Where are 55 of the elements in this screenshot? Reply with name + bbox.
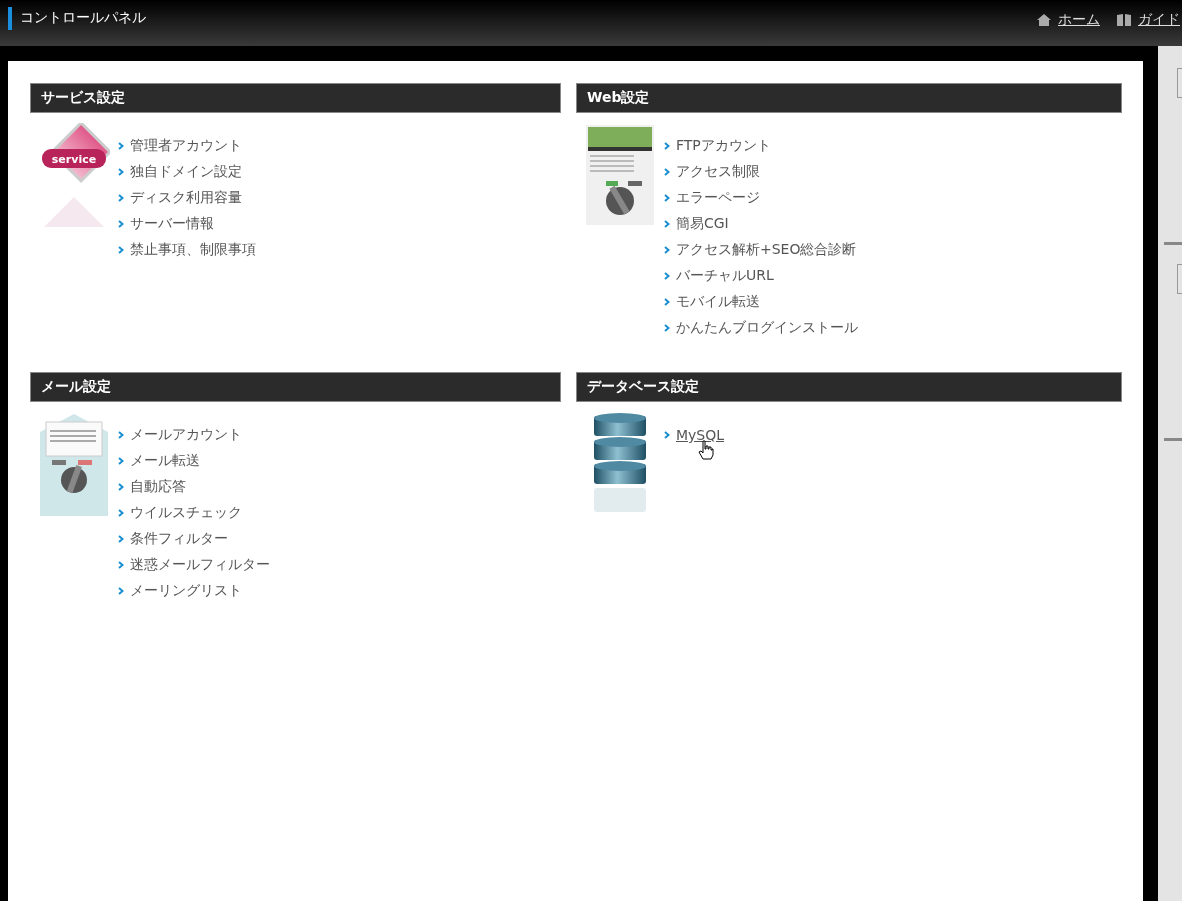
home-icon — [1036, 13, 1052, 27]
section-header: サービス設定 — [30, 83, 561, 113]
chevron-icon — [118, 431, 124, 439]
chevron-icon — [664, 431, 670, 439]
menu-link[interactable]: バーチャルURL — [676, 267, 774, 285]
menu-link[interactable]: アクセス解析+SEO総合診断 — [676, 241, 857, 259]
header-link[interactable]: ガイド — [1138, 11, 1180, 29]
header-link[interactable]: ホーム — [1058, 11, 1100, 29]
chevron-icon — [664, 220, 670, 228]
menu-link[interactable]: 迷惑メールフィルター — [130, 556, 270, 574]
menu-link[interactable]: 独自ドメイン設定 — [130, 163, 242, 181]
section-header: Web設定 — [576, 83, 1122, 113]
chevron-icon — [118, 168, 124, 176]
menu-link[interactable]: エラーページ — [676, 189, 760, 207]
chevron-icon — [118, 483, 124, 491]
menu-link[interactable]: メーリングリスト — [130, 582, 242, 600]
menu-link[interactable]: 禁止事項、制限事項 — [130, 241, 256, 259]
menu-link[interactable]: かんたんブログインストール — [676, 319, 858, 337]
chevron-icon — [118, 194, 124, 202]
side-divider — [1164, 242, 1182, 245]
side-bracket — [1177, 264, 1182, 294]
panel-title: コントロールパネル — [8, 7, 146, 30]
menu-link[interactable]: FTPアカウント — [676, 137, 771, 155]
chevron-icon — [664, 272, 670, 280]
menu-link[interactable]: MySQL — [676, 427, 725, 443]
book-icon — [1116, 13, 1132, 27]
section-header: メール設定 — [30, 372, 561, 402]
menu-link[interactable]: アクセス制限 — [676, 163, 760, 181]
menu-link[interactable]: サーバー情報 — [130, 215, 214, 233]
chevron-icon — [118, 587, 124, 595]
chevron-icon — [118, 509, 124, 517]
chevron-icon — [664, 246, 670, 254]
menu-link[interactable]: ディスク利用容量 — [130, 189, 242, 207]
side-divider — [1164, 438, 1182, 441]
menu-link[interactable]: 自動応答 — [130, 478, 186, 496]
chevron-icon — [664, 324, 670, 332]
chevron-icon — [664, 168, 670, 176]
chevron-icon — [118, 246, 124, 254]
chevron-icon — [118, 535, 124, 543]
section-header: データベース設定 — [576, 372, 1122, 402]
chevron-icon — [664, 142, 670, 150]
menu-link[interactable]: 条件フィルター — [130, 530, 228, 548]
menu-link[interactable]: モバイル転送 — [676, 293, 760, 311]
menu-link[interactable]: ウイルスチェック — [130, 504, 242, 522]
chevron-icon — [664, 194, 670, 202]
chevron-icon — [118, 220, 124, 228]
chevron-icon — [118, 142, 124, 150]
chevron-icon — [118, 457, 124, 465]
side-bracket — [1177, 68, 1182, 98]
chevron-icon — [118, 561, 124, 569]
menu-link[interactable]: 簡易CGI — [676, 215, 729, 233]
chevron-icon — [664, 298, 670, 306]
menu-link[interactable]: メール転送 — [130, 452, 200, 470]
menu-link[interactable]: 管理者アカウント — [130, 137, 242, 155]
menu-link[interactable]: メールアカウント — [130, 426, 242, 444]
